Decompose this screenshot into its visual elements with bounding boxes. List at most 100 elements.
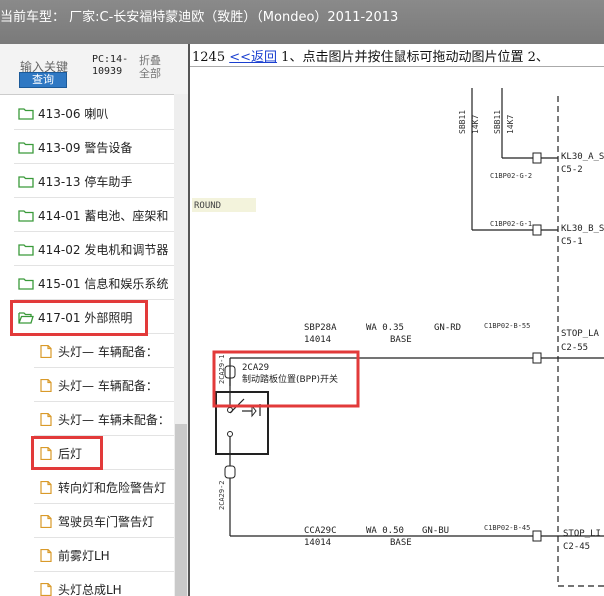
pin-stop-lamp-1: STOP_LA: [561, 329, 600, 339]
query-button[interactable]: 查询: [19, 72, 67, 88]
tree-item-label: 头灯总成LH: [58, 582, 122, 596]
document-icon: [38, 378, 58, 392]
collapse-all-line1: 折叠: [139, 54, 161, 67]
tree-item-label: 413-13 停车助手: [38, 174, 133, 189]
wire2-size: WA 0.50: [366, 526, 404, 536]
wire1-size: WA 0.35: [366, 323, 404, 333]
wire1-number: 14014: [304, 335, 331, 345]
tree-item-folder[interactable]: 413-09 警告设备: [18, 136, 132, 158]
tree-item-label: 414-01 蓄电池、座架和: [38, 208, 169, 223]
connector-c2-55: [532, 352, 604, 364]
diagram-panel: 1245 <<返回 1、点击图片并按住鼠标可拖动动图片位置 2、 ROUND S…: [190, 44, 604, 596]
tree-item-folder[interactable]: 414-01 蓄电池、座架和: [18, 204, 168, 226]
wiring-diagram[interactable]: ROUND SBB11 14K7 SBB11 14K7 C1BP02-G-2 C…: [190, 66, 604, 596]
tree-item-label: 413-09 警告设备: [38, 140, 133, 155]
tree-item-folder[interactable]: 413-13 停车助手: [18, 170, 132, 192]
tree-item-label: 头灯— 车辆未配备：: [58, 412, 170, 427]
document-icon: [38, 548, 58, 562]
scrollbar-thumb[interactable]: [175, 424, 187, 596]
document-icon: [38, 514, 58, 528]
tree-item-label: 413-06 喇叭: [38, 106, 109, 121]
folder-icon: [18, 175, 38, 188]
tree-divider: [14, 231, 174, 232]
pin-stop-lamp-2: STOP_LI: [563, 529, 601, 539]
tree-item-doc[interactable]: 头灯— 车辆未配备：: [38, 408, 170, 430]
tree-divider: [14, 197, 174, 198]
tree-divider: [34, 401, 174, 402]
tree-item-label: 头灯— 车辆配备：: [58, 378, 158, 393]
wire1-circuit: SBP28A: [304, 323, 337, 333]
wire2-color: GN-BU: [422, 526, 449, 536]
tree-scrollbar[interactable]: [174, 94, 188, 596]
pin-c5-2: C5-2: [561, 165, 583, 175]
tree-item-folder[interactable]: 413-06 喇叭: [18, 102, 108, 124]
folder-icon: [18, 277, 38, 290]
left-panel: 输入关键 查询 PC:14- 10939 折叠 全部 413-06 喇叭 413-…: [0, 44, 190, 596]
pin-c2-45: C2-45: [563, 542, 590, 552]
wire2-number: 14014: [304, 538, 331, 548]
vehicle-title: 当前车型： 厂家:C-长安福特蒙迪欧（致胜）（Mondeo）2011-2013: [0, 10, 399, 25]
folder-icon: [18, 141, 38, 154]
switch-id: 2CA29: [242, 363, 269, 373]
folder-icon: [18, 209, 38, 222]
title-bar: 当前车型： 厂家:C-长安福特蒙迪欧（致胜）（Mondeo）2011-2013: [0, 0, 604, 44]
pin-kl30a: KL30_A_S: [561, 152, 604, 162]
tree-divider: [14, 265, 174, 266]
tree-divider: [14, 163, 174, 164]
wire-label-sbb11-a: SBB11: [458, 110, 467, 134]
tree-item-label: 转向灯和危险警告灯: [58, 480, 167, 495]
tree-item-label: 头灯— 车辆配备：: [58, 344, 158, 359]
folder-icon: [18, 243, 38, 256]
highlight-box-exterior-lighting: [10, 300, 148, 336]
connector-c5-2: [532, 152, 558, 164]
tree-item-doc[interactable]: 头灯— 车辆配备：: [38, 340, 158, 362]
pin-kl30b: KL30_B_S: [561, 224, 604, 234]
wire2-base: BASE: [390, 538, 412, 548]
tree-item-label: 414-02 发电机和调节器: [38, 242, 169, 257]
pin-c5-1: C5-1: [561, 237, 583, 247]
diagram-toolbar: 1245 <<返回 1、点击图片并按住鼠标可拖动动图片位置 2、: [192, 46, 549, 65]
tree-item-doc[interactable]: 头灯— 车辆配备：: [38, 374, 158, 396]
switch-description: 制动踏板位置(BPP)开关: [242, 373, 338, 385]
nav-tree: 413-06 喇叭 413-09 警告设备 413-13 停车助手 414-01 蓄电…: [0, 94, 174, 596]
document-icon: [38, 582, 58, 596]
tree-divider: [14, 129, 174, 130]
tree-item-folder[interactable]: 415-01 信息和娱乐系统: [18, 272, 168, 294]
wire1-base: BASE: [390, 335, 412, 345]
tree-item-folder[interactable]: 414-02 发电机和调节器: [18, 238, 168, 260]
connector-label-g2: C1BP02-G-2: [490, 172, 532, 180]
tree-divider: [34, 503, 174, 504]
tree-item-label: 驾驶员车门警告灯: [58, 514, 155, 529]
ground-label: ROUND: [194, 201, 221, 211]
highlight-box-rear-lamp: [31, 436, 103, 470]
pc-code: PC:14- 10939: [92, 54, 128, 78]
tree-item-doc[interactable]: 转向灯和危险警告灯: [38, 476, 166, 498]
collapse-all-button[interactable]: 折叠 全部: [139, 54, 161, 80]
back-link[interactable]: <<返回: [229, 50, 277, 65]
tree-divider: [34, 537, 174, 538]
tree-item-label: 前雾灯LH: [58, 548, 110, 563]
document-icon: [38, 480, 58, 494]
connector-label-b55: C1BP02-B-55: [484, 322, 530, 330]
tree-item-doc[interactable]: 前雾灯LH: [38, 544, 110, 566]
wire-label-sbb11-b: SBB11: [493, 110, 502, 134]
pin-c2-55: C2-55: [561, 343, 588, 353]
document-icon: [38, 412, 58, 426]
tree-item-label: 415-01 信息和娱乐系统: [38, 276, 169, 291]
tree-divider: [34, 367, 174, 368]
wire2-circuit: CCA29C: [304, 526, 337, 536]
document-icon: [38, 344, 58, 358]
tree-divider: [34, 571, 174, 572]
connector-c5-1: [532, 224, 558, 236]
wire1-color: GN-RD: [434, 323, 461, 333]
connector-label-b45: C1BP02-B-45: [484, 524, 530, 532]
collapse-all-line2: 全部: [139, 67, 161, 80]
connector-label-g1: C1BP02-G-1: [490, 220, 532, 228]
folder-icon: [18, 107, 38, 120]
tree-item-doc[interactable]: 驾驶员车门警告灯: [38, 510, 154, 532]
tree-item-doc[interactable]: 头灯总成LH: [38, 578, 122, 596]
pc-code-line2: 10939: [92, 66, 123, 77]
page-number: 1245: [192, 50, 226, 65]
pc-code-line1: PC:14-: [92, 54, 129, 65]
switch-pin-bottom: 2CA29-2: [218, 480, 226, 510]
